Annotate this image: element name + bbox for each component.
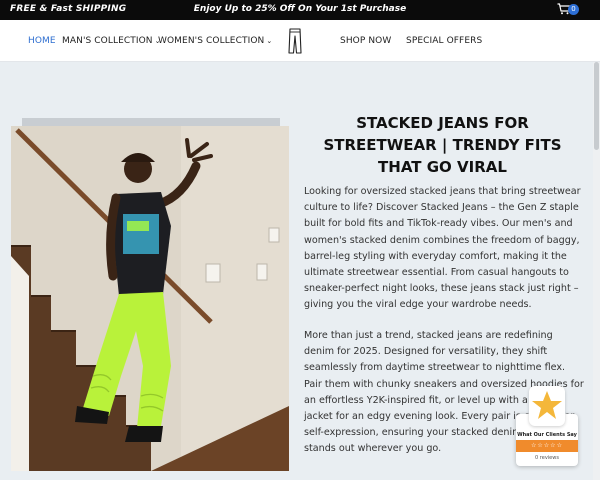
hero-photo-stacked-jeans — [11, 126, 289, 471]
cart-count-badge: 0 — [568, 4, 579, 15]
nav-mens-label: MAN'S COLLECTION — [62, 36, 153, 46]
nav-womens-label: WOMEN'S COLLECTION — [158, 36, 265, 46]
reviews-title: What Our Clients Say — [517, 432, 577, 438]
nav-womens-collection[interactable]: WOMEN'S COLLECTION ⌄ — [158, 36, 272, 46]
nav-mens-collection[interactable]: MAN'S COLLECTION ⌄ — [62, 36, 161, 46]
chevron-down-icon: ⌄ — [266, 37, 273, 45]
reviews-count: 0 reviews — [535, 455, 559, 461]
intro-paragraph: Looking for oversized stacked jeans that… — [304, 186, 581, 311]
nav-shop-now[interactable]: SHOP NOW — [340, 36, 391, 46]
star-icon — [532, 391, 562, 419]
cart-button[interactable]: 0 — [557, 3, 581, 17]
promo-bar: FREE & Fast SHIPPING Enjoy Up to 25% Off… — [0, 0, 600, 20]
main-navigation: HOME MAN'S COLLECTION ⌄ WOMEN'S COLLECTIO… — [0, 20, 600, 62]
reviews-star-badge[interactable] — [529, 386, 565, 426]
rating-stars-bar: ☆☆☆☆☆ — [516, 440, 578, 452]
nav-home[interactable]: HOME — [28, 36, 56, 46]
promo-discount-text: Enjoy Up to 25% Off On Your 1st Purchase — [193, 4, 407, 14]
nav-special-offers[interactable]: SPECIAL OFFERS — [406, 36, 482, 46]
page-heading: STACKED JEANS FOR STREETWEAR | TRENDY FI… — [323, 114, 562, 176]
page-scrollbar[interactable] — [593, 62, 600, 480]
scrollbar-thumb[interactable] — [594, 62, 599, 150]
site-logo-jeans-icon[interactable] — [288, 28, 302, 54]
